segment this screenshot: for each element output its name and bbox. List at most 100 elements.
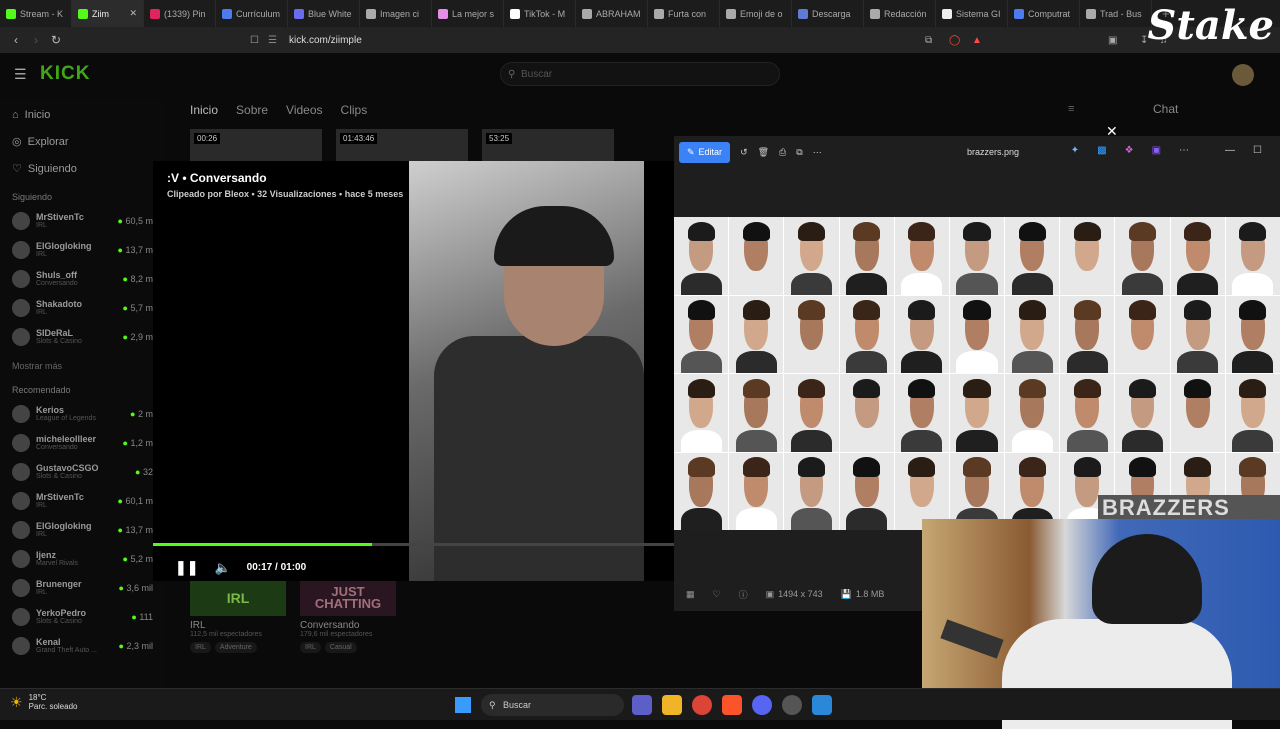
channel-tab[interactable]: Videos [286, 103, 322, 117]
portrait-hair [687, 457, 715, 477]
teams-icon[interactable] [632, 695, 652, 715]
sidebar-toggle-icon[interactable]: ▣ [1108, 35, 1117, 46]
channel-category: IRL [36, 222, 47, 229]
portrait-hair [1018, 457, 1046, 477]
browser-tab[interactable]: Blue White [288, 0, 360, 27]
clipchamp-icon[interactable]: ▣ [1152, 145, 1161, 156]
menu-icon[interactable]: ☰ [14, 66, 27, 83]
browser-tab[interactable]: Sistema GI [936, 0, 1008, 27]
file-explorer-icon[interactable] [662, 695, 682, 715]
browser-tab[interactable]: TikTok - M [504, 0, 576, 27]
sidebar-item-inicio[interactable]: ⌂ Inicio [0, 101, 165, 128]
channel-item[interactable]: micheleollleer Conversando ● 1,2 m [0, 428, 165, 457]
browser-tab[interactable]: Furta con [648, 0, 720, 27]
minimize-icon[interactable]: — [1225, 145, 1235, 156]
share-icon[interactable]: ⧉ [925, 35, 932, 46]
pause-icon[interactable]: ❚❚ [175, 559, 198, 576]
category-tag[interactable]: IRL [300, 642, 321, 653]
browser-tab[interactable]: Computrat [1008, 0, 1080, 27]
brave-icon[interactable] [722, 695, 742, 715]
rotate-icon[interactable]: ↺ [740, 147, 748, 158]
brave-shield-icon[interactable]: ◯ [949, 35, 960, 46]
volume-icon[interactable]: 🔈 [214, 560, 230, 576]
collapse-chat-icon[interactable]: ≡ [1068, 103, 1074, 115]
sidebar-item-siguiendo[interactable]: ♡ Siguiendo [0, 155, 165, 182]
show-more-link[interactable]: Mostrar más [0, 357, 165, 375]
browser-tab[interactable]: (1339) Pin [144, 0, 216, 27]
share-icon[interactable]: ⧉ [796, 147, 802, 158]
category-card[interactable]: JUST CHATTING Conversando 179,6 mil espect… [300, 580, 396, 653]
channel-item[interactable]: ElGlogloking IRL ● 13,7 m [0, 515, 165, 544]
weather-widget[interactable]: ☀ 18°C Parc. soleado [10, 693, 77, 711]
obs-icon[interactable] [782, 695, 802, 715]
channel-item[interactable]: Kenal Grand Theft Auto ... ● 2,3 mil [0, 631, 165, 660]
clip-video-frame[interactable] [409, 161, 644, 581]
channel-item[interactable]: Ijenz Marvel Rivals ● 5,2 m [0, 544, 165, 573]
back-icon[interactable]: ‹ [6, 33, 26, 47]
start-icon[interactable] [455, 697, 471, 713]
browser-tab[interactable]: Currículum [216, 0, 288, 27]
browser-tab[interactable]: La mejor s [432, 0, 504, 27]
video-thumbnail[interactable]: 00:26 [190, 129, 322, 161]
channel-tab[interactable]: Inicio [190, 103, 218, 117]
search-input[interactable]: ⚲ Buscar [500, 62, 780, 86]
chrome-icon[interactable] [692, 695, 712, 715]
tab-favicon-icon [1014, 8, 1024, 19]
bookmark-icon[interactable]: ☐ [250, 35, 259, 46]
user-avatar[interactable] [1232, 64, 1254, 86]
print-icon[interactable]: ⎙ [779, 147, 786, 158]
photos-icon[interactable] [812, 695, 832, 715]
category-tag[interactable]: Casual [324, 642, 357, 653]
channel-item[interactable]: YerkoPedro Slots & Casino ● 111 [0, 602, 165, 631]
category-tag[interactable]: Adventure [214, 642, 257, 653]
info-icon[interactable]: ⓘ [739, 588, 748, 601]
channel-item[interactable]: SIDeRaL Slots & Casino ● 2,9 m [0, 322, 165, 351]
channel-tab[interactable]: Clips [341, 103, 368, 117]
channel-item[interactable]: Kerios League of Legends ● 2 m [0, 399, 165, 428]
channel-item[interactable]: Brunenger IRL ● 3,6 mil [0, 573, 165, 602]
paint-icon[interactable]: ❖ [1125, 145, 1134, 156]
photo-grid-image[interactable] [674, 217, 1280, 530]
brave-rewards-icon[interactable]: ▲ [972, 35, 982, 46]
favorite-icon[interactable]: ♡ [713, 589, 721, 600]
more-icon[interactable]: ⋯ [813, 147, 822, 158]
browser-tab[interactable]: ABRAHAM [576, 0, 648, 27]
edit-button[interactable]: ✎ Editar [679, 141, 731, 163]
channel-item[interactable]: MrStivenTc IRL ● 60,5 m [0, 206, 165, 235]
maximize-icon[interactable]: ☐ [1253, 145, 1262, 156]
tab-label: Descarga [812, 8, 851, 19]
kick-logo[interactable]: KICK [40, 63, 90, 85]
channel-item[interactable]: ElGlogloking IRL ● 13,7 m [0, 235, 165, 264]
filmstrip-icon[interactable]: ▦ [686, 589, 695, 600]
browser-tab[interactable]: Stream - K [0, 0, 72, 27]
category-tag[interactable]: IRL [190, 642, 211, 653]
portrait-body [735, 272, 777, 295]
delete-icon[interactable]: 🗑 [758, 147, 769, 158]
forward-icon[interactable]: › [26, 33, 46, 47]
sidebar-item-explorar[interactable]: ◎ Explorar [0, 128, 165, 155]
channel-item[interactable]: MrStivenTc IRL ● 60,1 m [0, 486, 165, 515]
browser-tab[interactable]: Imagen ci [360, 0, 432, 27]
discord-icon[interactable] [752, 695, 772, 715]
reload-icon[interactable]: ↻ [46, 33, 66, 47]
category-card[interactable]: IRL IRL 112,5 mil espectadores IRL Adventure [190, 580, 286, 653]
video-thumbnail[interactable]: 53:25 [482, 129, 614, 161]
clip-progress-bar[interactable] [153, 543, 674, 546]
browser-tab[interactable]: Ziim ✕ [72, 0, 144, 27]
close-tab-icon[interactable]: ✕ [129, 8, 137, 19]
url-field[interactable]: ☰ kick.com/ziimple [268, 31, 988, 49]
site-info-icon[interactable]: ☰ [268, 35, 277, 46]
video-thumbnail[interactable]: 01:43:46 [336, 129, 468, 161]
taskbar-search[interactable]: ⚲ Buscar [481, 694, 624, 716]
channel-item[interactable]: Shakadoto IRL ● 5,7 m [0, 293, 165, 322]
designer-icon[interactable]: ▩ [1097, 145, 1106, 156]
copilot-icon[interactable]: ✦ [1071, 145, 1079, 156]
browser-tab[interactable]: Descarga [792, 0, 864, 27]
browser-tab[interactable]: Trad - Bus [1080, 0, 1152, 27]
browser-tab[interactable]: Redacción [864, 0, 936, 27]
channel-item[interactable]: Shuls_off Conversando ● 8,2 m [0, 264, 165, 293]
channel-tab[interactable]: Sobre [236, 103, 268, 117]
channel-item[interactable]: GustavoCSGO Slots & Casino ● 32 [0, 457, 165, 486]
overflow-icon[interactable]: ⋯ [1179, 145, 1189, 156]
browser-tab[interactable]: Emoji de o [720, 0, 792, 27]
